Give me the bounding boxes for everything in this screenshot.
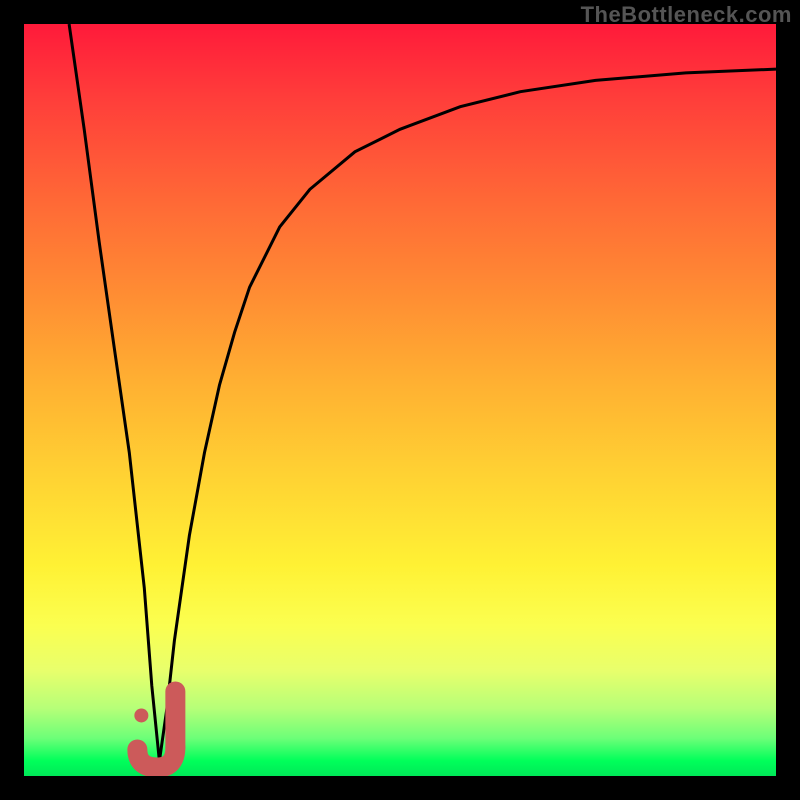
watermark-text: TheBottleneck.com — [581, 2, 792, 28]
j-marker-icon — [134, 691, 175, 767]
plot-area — [24, 24, 776, 776]
marker-layer — [24, 24, 776, 776]
chart-frame: TheBottleneck.com — [0, 0, 800, 800]
